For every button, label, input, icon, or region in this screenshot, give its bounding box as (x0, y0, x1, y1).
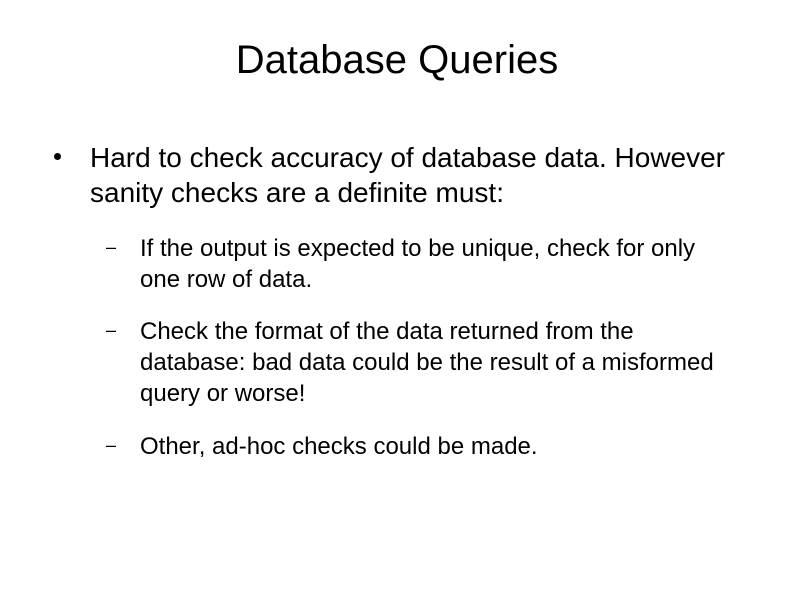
list-item: – Other, ad-hoc checks could be made. (106, 432, 734, 463)
list-item-text: Other, ad-hoc checks could be made. (140, 432, 734, 463)
list-item-text: Hard to check accuracy of database data.… (90, 140, 734, 210)
sub-bullet-list: – If the output is expected to be unique… (106, 234, 734, 462)
bullet-list: Hard to check accuracy of database data.… (54, 140, 734, 484)
dash-icon: – (106, 317, 140, 342)
bullet-icon (54, 140, 90, 160)
list-item: Hard to check accuracy of database data.… (54, 140, 734, 210)
slide-title: Database Queries (0, 38, 794, 83)
list-item-text: If the output is expected to be unique, … (140, 234, 734, 295)
list-item: – If the output is expected to be unique… (106, 234, 734, 295)
list-item: – Check the format of the data returned … (106, 317, 734, 409)
list-item-text: Check the format of the data returned fr… (140, 317, 734, 409)
dash-icon: – (106, 432, 140, 457)
dash-icon: – (106, 234, 140, 259)
slide: Database Queries Hard to check accuracy … (0, 0, 794, 595)
